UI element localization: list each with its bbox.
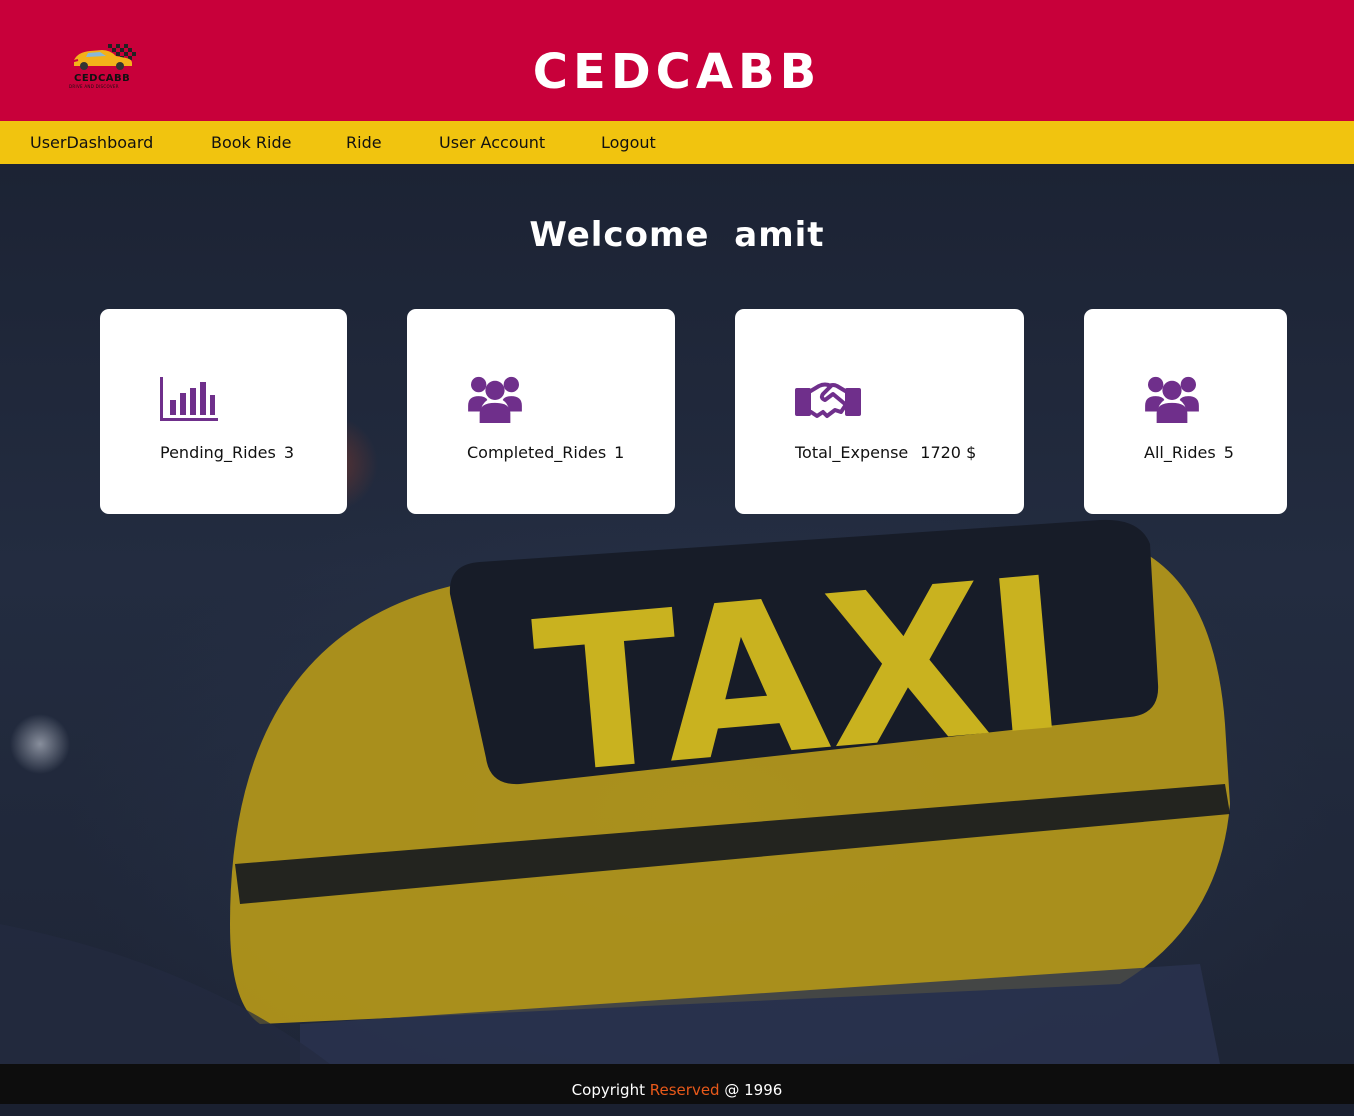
pending-rides-text: Pending_Rides 3 [160,442,294,464]
pending-rides-value: 3 [283,443,295,462]
footer-year: @ 1996 [724,1081,783,1099]
welcome-greeting: Welcome [529,215,710,255]
completed-rides-label: Completed_Rides [467,443,607,462]
site-header: CEDCABB DRIVE AND DISCOVER CEDCABB [0,0,1354,121]
total-expense-label: Total_Expense [795,443,909,462]
footer-prefix: Copyright [571,1081,645,1099]
footer-reserved-link[interactable]: Reserved [650,1081,720,1099]
completed-rides-value: 1 [614,443,625,462]
total-expense-card[interactable]: Total_Expense 1720 $ [735,309,1024,514]
site-footer: Copyright Reserved @ 1996 [0,1064,1354,1104]
completed-rides-text: Completed_Rides 1 [467,442,624,464]
welcome-username: amit [734,215,825,255]
nav-item-user-dashboard[interactable]: UserDashboard [30,121,153,164]
taxi-sign-image: TAXI [0,519,1230,1064]
total-expense-value: 1720 $ [920,443,977,462]
all-rides-text: All_Rides 5 [1144,442,1234,464]
nav-item-ride[interactable]: Ride [346,121,382,164]
users-icon [467,375,523,423]
hero-background: TAXI Welcome amit [0,164,1354,1064]
all-rides-label: All_Rides [1144,443,1216,462]
all-rides-value: 5 [1223,443,1234,462]
total-expense-text: Total_Expense 1720 $ [795,442,976,464]
all-rides-card[interactable]: All_Rides 5 [1084,309,1287,514]
site-title: CEDCABB [532,44,822,100]
completed-rides-card[interactable]: Completed_Rides 1 [407,309,675,514]
handshake-icon [795,375,861,423]
pending-rides-card[interactable]: Pending_Rides 3 [100,309,347,514]
bar-chart-icon [160,375,218,423]
nav-item-logout[interactable]: Logout [601,121,656,164]
pending-rides-label: Pending_Rides [160,443,276,462]
users-icon [1144,375,1200,423]
nav-item-book-ride[interactable]: Book Ride [211,121,291,164]
welcome-heading: Welcome amit [0,210,1354,260]
main-nav: UserDashboard Book Ride Ride User Accoun… [0,121,1354,164]
taxi-sign-text: TAXI [527,531,1076,821]
nav-item-user-account[interactable]: User Account [439,121,545,164]
